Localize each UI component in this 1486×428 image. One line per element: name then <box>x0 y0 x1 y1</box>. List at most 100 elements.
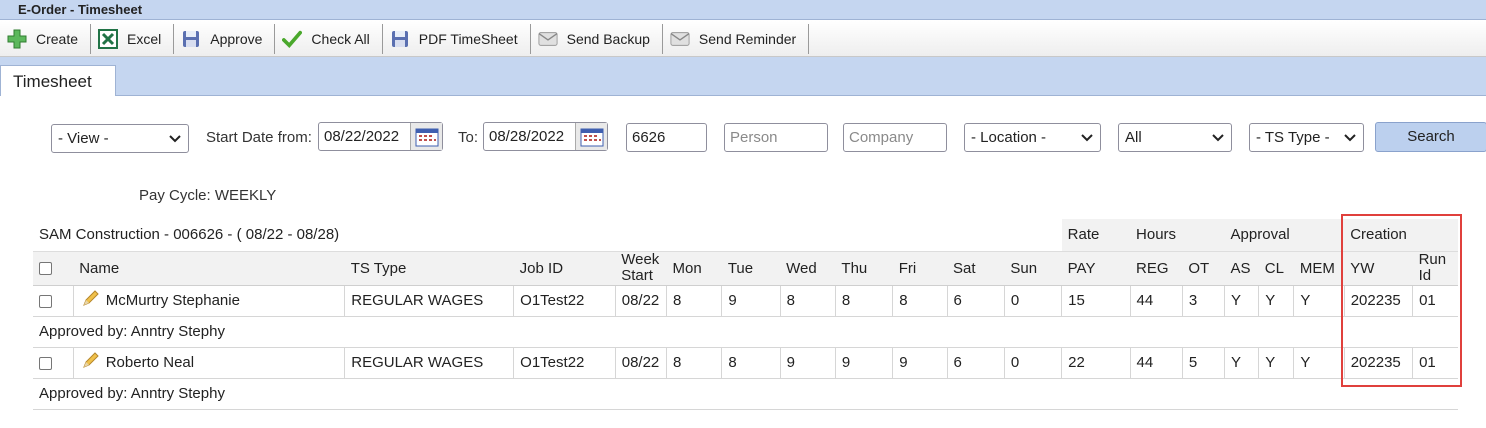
rate-group-header: Rate <box>1061 219 1131 251</box>
tab-timesheet[interactable]: Timesheet <box>0 65 116 96</box>
col-run-id[interactable]: Run Id <box>1412 250 1458 286</box>
floppy-icon <box>390 29 410 49</box>
start-date-input[interactable]: 08/22/2022 <box>318 122 443 151</box>
ot-cell: 5 <box>1181 347 1225 379</box>
run-id-cell: 01 <box>1412 285 1458 317</box>
create-button[interactable]: Create <box>0 23 92 54</box>
col-job-id[interactable]: Job ID <box>513 250 616 286</box>
approved-by-text: Approved by: Anntry Stephy <box>33 378 1458 410</box>
col-yw[interactable]: YW <box>1344 250 1413 286</box>
as-cell: Y <box>1224 347 1259 379</box>
floppy-icon <box>181 29 201 49</box>
calendar-icon[interactable] <box>410 123 442 150</box>
col-ot[interactable]: OT <box>1182 250 1225 286</box>
envelope-icon <box>538 29 558 49</box>
col-cl[interactable]: CL <box>1258 250 1294 286</box>
approval-row: Approved by: Anntry Stephy <box>33 316 1458 348</box>
col-week-start-line2: Start <box>621 267 653 284</box>
as-cell: Y <box>1224 285 1259 317</box>
col-sat[interactable]: Sat <box>947 250 1005 286</box>
pdf-timesheet-button[interactable]: PDF TimeSheet <box>383 23 531 54</box>
row-select-cell <box>33 285 74 317</box>
calendar-icon[interactable] <box>575 123 607 150</box>
ts-type-select-value: - TS Type - <box>1256 129 1330 146</box>
col-tue[interactable]: Tue <box>721 250 781 286</box>
yw-cell: 202235 <box>1343 285 1413 317</box>
ts-type-cell: REGULAR WAGES <box>344 347 514 379</box>
toolbar: Create Excel Approve Check All PDF TimeS… <box>0 21 1486 57</box>
pencil-icon[interactable] <box>80 351 106 375</box>
checkmark-icon <box>282 29 303 49</box>
location-select[interactable]: - Location - <box>964 123 1101 152</box>
check-all-button[interactable]: Check All <box>275 23 383 54</box>
ts-type-cell: REGULAR WAGES <box>344 285 514 317</box>
search-button[interactable]: Search <box>1375 122 1486 152</box>
tue-cell: 8 <box>721 347 781 379</box>
mem-cell: Y <box>1293 347 1345 379</box>
thu-cell: 8 <box>834 285 893 317</box>
excel-icon <box>98 28 119 49</box>
approve-label: Approve <box>210 30 263 47</box>
employee-name[interactable]: McMurtry Stephanie <box>106 291 240 308</box>
send-reminder-label: Send Reminder <box>698 30 797 47</box>
cl-cell: Y <box>1258 285 1294 317</box>
start-date-label: Start Date from: <box>206 129 312 146</box>
name-cell: Roberto Neal <box>72 347 345 379</box>
row-checkbox[interactable] <box>39 356 52 370</box>
pencil-icon[interactable] <box>80 289 106 313</box>
pay-cell: 22 <box>1061 347 1131 379</box>
send-backup-button[interactable]: Send Backup <box>531 23 663 54</box>
end-date-value: 08/28/2022 <box>489 128 565 145</box>
status-select-value: All <box>1125 129 1142 146</box>
row-select-cell <box>33 347 74 379</box>
col-mon[interactable]: Mon <box>666 250 722 286</box>
chevron-down-icon <box>1212 133 1224 141</box>
col-reg[interactable]: REG <box>1130 250 1183 286</box>
col-sun[interactable]: Sun <box>1004 250 1062 286</box>
group-header-row: SAM Construction - 006626 - ( 08/22 - 08… <box>33 219 1458 251</box>
wed-cell: 8 <box>779 285 836 317</box>
col-pay[interactable]: PAY <box>1061 250 1131 286</box>
col-thu[interactable]: Thu <box>835 250 893 286</box>
view-select[interactable]: - View - <box>51 124 189 153</box>
approve-button[interactable]: Approve <box>174 23 276 54</box>
company-id-input[interactable] <box>626 123 707 152</box>
col-week-start[interactable]: Week Start <box>615 250 667 286</box>
col-ts-type[interactable]: TS Type <box>344 250 514 286</box>
column-header-row: Name TS Type Job ID Week Start Mon Tue We… <box>33 250 1458 286</box>
view-select-value: - View - <box>58 130 109 147</box>
fri-cell: 8 <box>892 285 948 317</box>
approval-group-header: Approval <box>1224 219 1345 251</box>
col-as[interactable]: AS <box>1224 250 1259 286</box>
excel-button[interactable]: Excel <box>91 23 175 54</box>
plus-icon <box>7 29 27 49</box>
status-select[interactable]: All <box>1118 123 1232 152</box>
thu-cell: 9 <box>834 347 893 379</box>
col-fri[interactable]: Fri <box>892 250 948 286</box>
name-cell: McMurtry Stephanie <box>72 285 345 317</box>
to-date-label: To: <box>458 129 479 146</box>
ts-type-select[interactable]: - TS Type - <box>1249 123 1364 152</box>
week-start-cell: 08/22 <box>614 347 667 379</box>
col-mem[interactable]: MEM <box>1293 250 1345 286</box>
sat-cell: 6 <box>946 285 1005 317</box>
end-date-input[interactable]: 08/28/2022 <box>483 122 608 151</box>
col-wed[interactable]: Wed <box>780 250 836 286</box>
mon-cell: 8 <box>666 285 722 317</box>
col-week-start-line1: Week <box>621 251 660 268</box>
approval-row: Approved by: Anntry Stephy <box>33 378 1458 410</box>
send-reminder-button[interactable]: Send Reminder <box>663 23 810 54</box>
check-all-label: Check All <box>311 30 370 47</box>
select-all-checkbox[interactable] <box>39 262 52 276</box>
col-name[interactable]: Name <box>73 250 345 286</box>
timesheet-table: SAM Construction - 006626 - ( 08/22 - 08… <box>33 219 1458 410</box>
table-row: McMurtry Stephanie REGULAR WAGES O1Test2… <box>33 285 1458 317</box>
sun-cell: 0 <box>1003 347 1062 379</box>
employee-name[interactable]: Roberto Neal <box>106 353 194 370</box>
row-checkbox[interactable] <box>39 294 52 308</box>
person-input[interactable] <box>724 123 828 152</box>
start-date-value: 08/22/2022 <box>324 128 400 145</box>
company-input[interactable] <box>843 123 947 152</box>
cl-cell: Y <box>1258 347 1294 379</box>
excel-label: Excel <box>127 30 162 47</box>
